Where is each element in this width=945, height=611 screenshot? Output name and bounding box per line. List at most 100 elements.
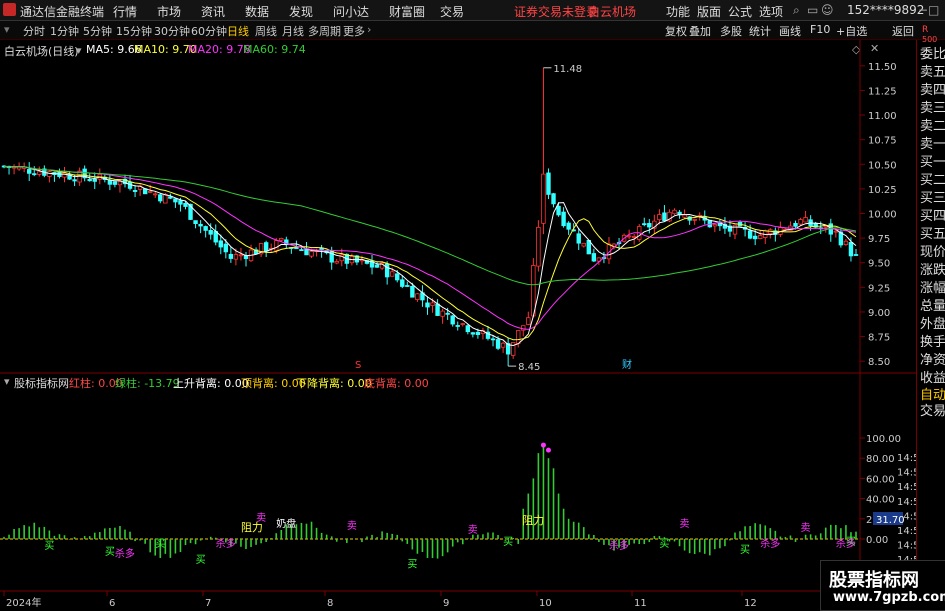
restore-rights-button[interactable]: 复权 [665,23,687,39]
multi-stock-button[interactable]: 多股 [720,23,742,39]
candle-body [334,261,339,264]
candle-body [183,203,188,207]
ma5-line [3,165,857,347]
candle-body [72,179,77,182]
watermark-title: 股票指标网 [829,570,919,591]
candle-body [384,263,390,278]
buy-label: 买 [196,554,206,566]
period-tab-more[interactable]: 更多 [343,23,365,39]
more-label: 杀多 [609,539,629,552]
period-tab[interactable]: 15分钟 [116,23,152,39]
candle-body [148,191,153,193]
candle-body [848,242,854,257]
more-label: 杀多 [216,537,236,550]
overlay-button[interactable]: 叠加 [689,23,711,39]
watermark-url: www.7gpzb.com [833,590,945,605]
search-icon[interactable]: ⌕ [793,3,800,18]
candle-body [263,242,269,252]
menu-item-ask[interactable]: 问小达 [333,3,369,20]
window-controls-icon[interactable]: −□ [918,3,939,17]
trade-login-notice[interactable]: 证券交易未登录 [514,3,598,20]
x-tick-label: 7 [205,598,211,609]
panel-item: 买四 [920,209,945,224]
buy-label: 买 [44,540,54,552]
period-bar: ▾ 分时 1分钟 5分钟 15分钟 30分钟 60分钟 日线 周线 月线 多周期… [0,21,945,40]
panel-item: 卖四 [920,83,945,98]
candle-body [218,240,223,248]
account-id[interactable]: 152****9892 [847,3,924,17]
menu-item-data[interactable]: 数据 [245,3,269,20]
s-marker: S [355,360,361,371]
chevron-right-icon[interactable]: › [367,23,371,36]
candle-body [672,209,677,215]
period-tab[interactable]: 60分钟 [191,23,227,39]
menu-item-quotes[interactable]: 行情 [113,3,137,20]
candle-body [168,196,173,199]
candle-body [374,264,380,268]
price-chart[interactable]: 11.50 11.25 11.00 10.75 10.50 10.25 10.00 9.75 9… [0,40,916,609]
menu-item-wealth[interactable]: 财富圈 [389,3,425,20]
x-tick-label: 9 [443,598,449,609]
menu-item-function[interactable]: 功能 [666,3,690,20]
period-tab[interactable]: 月线 [282,23,304,39]
candle-body [435,303,440,316]
dropdown-icon[interactable]: ▾ [4,23,10,36]
period-tab[interactable]: 30分钟 [154,23,190,39]
f10-button[interactable]: F10 [810,23,830,36]
candle-body [87,179,92,182]
candle-body [395,273,400,281]
candle-body [274,240,279,251]
candle-body [490,338,496,341]
panel-item: 卖一 [920,137,945,152]
menu-item-market[interactable]: 市场 [157,3,181,20]
auto-trade-button[interactable]: 自动 [920,388,945,404]
draw-button[interactable]: 画线 [779,23,801,39]
candle-body [405,285,410,287]
candle-body [445,312,450,315]
period-tab[interactable]: 1分钟 [50,23,79,39]
period-tab-active[interactable]: 日线 [227,23,249,39]
time-label: 14:56 [897,541,916,552]
user-icon[interactable]: ☺ [821,3,834,17]
stock-tag: 白云机场 [588,5,637,19]
stats-button[interactable]: 统计 [749,23,771,39]
candle-body [591,253,597,262]
panel-item: 涨跌 [920,263,945,278]
more-label: 杀多 [115,547,135,560]
x-tick-label: 2024年 [6,596,41,609]
period-tab[interactable]: 分时 [23,23,45,39]
y-tick-label: 40.00 [866,495,895,506]
chat-icon[interactable]: ▭ [807,3,818,17]
time-label: 14:56 [897,453,916,464]
period-tab[interactable]: 周线 [255,23,277,39]
favorite-button[interactable]: +自选 [836,23,867,39]
panel-item: 现价 [920,245,945,260]
menu-item-formula[interactable]: 公式 [728,3,752,20]
more-label: 杀多 [836,537,856,550]
panel-item: 买二 [920,173,945,188]
buy-label: 买 [407,558,417,570]
y-tick-label: 100.00 [866,434,901,445]
trade-button[interactable]: 交易 [920,404,945,420]
candle-body [551,193,556,205]
candle-body [132,190,138,192]
candle-body [415,293,420,300]
back-button[interactable]: 返回 [892,23,914,39]
x-tick-label: 11 [634,598,647,609]
menu-item-trade[interactable]: 交易 [440,3,464,20]
candle-body [556,205,561,216]
menu-item-discover[interactable]: 发现 [289,3,313,20]
menu-item-news[interactable]: 资讯 [201,3,225,20]
candle-body [510,342,516,356]
candle-body [62,172,67,178]
panel-item: 买五 [920,227,945,242]
candle-body [581,242,586,247]
period-tab[interactable]: 5分钟 [83,23,112,39]
candle-body [299,249,304,252]
y-tick-label: 11.00 [868,111,897,122]
menu-item-options[interactable]: 选项 [759,3,783,20]
candle-body [536,226,541,267]
period-tab[interactable]: 多周期 [308,23,341,39]
ma10-line [3,165,857,341]
menu-item-layout[interactable]: 版面 [697,3,721,20]
